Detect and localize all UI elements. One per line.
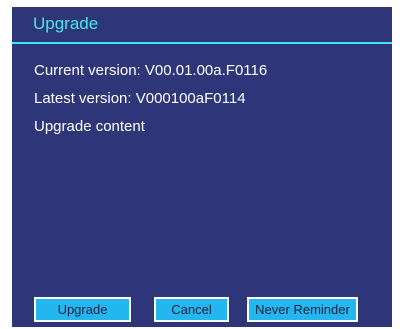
upgrade-content-label: Upgrade content: [34, 118, 145, 135]
current-version-text: Current version: V00.01.00a.F0116: [34, 62, 268, 79]
upgrade-dialog: Upgrade Current version: V00.01.00a.F011…: [12, 7, 392, 327]
never-reminder-button[interactable]: Never Reminder: [247, 297, 358, 322]
cancel-button[interactable]: Cancel: [154, 297, 229, 322]
dialog-title-bar: Upgrade: [12, 7, 392, 44]
latest-version-text: Latest version: V000100aF0114: [34, 90, 246, 107]
upgrade-button[interactable]: Upgrade: [34, 297, 131, 322]
dialog-title: Upgrade: [33, 14, 99, 33]
